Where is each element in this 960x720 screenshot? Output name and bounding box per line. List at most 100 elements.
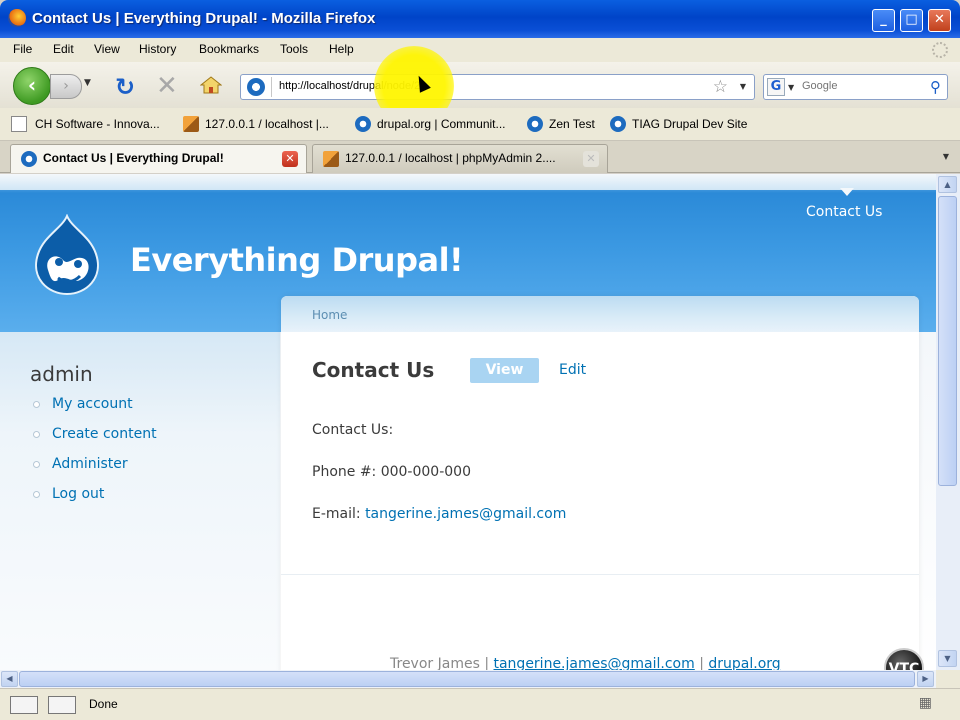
scroll-up-icon[interactable]: ▲ — [938, 176, 957, 193]
home-icon[interactable] — [199, 76, 223, 94]
site-name[interactable]: Everything Drupal! — [130, 241, 464, 279]
url-input[interactable] — [279, 80, 679, 92]
content-divider — [281, 574, 919, 575]
page-title: Contact Us — [312, 358, 435, 382]
sidebar-item-label[interactable]: Administer — [52, 456, 128, 472]
scroll-left-icon[interactable]: ◀ — [1, 671, 18, 687]
menu-bookmarks[interactable]: Bookmarks — [199, 42, 259, 56]
ie-page-icon — [610, 116, 626, 132]
breadcrumb-home[interactable]: Home — [312, 308, 347, 322]
active-link-pointer-icon — [840, 188, 854, 196]
page-viewport: Contact Us Everything Drupal! admin My a… — [0, 174, 936, 670]
bullet-icon — [33, 431, 40, 438]
menu-view[interactable]: View — [94, 42, 120, 56]
scroll-down-icon[interactable]: ▼ — [938, 650, 957, 667]
bookmark-tiag-drupal[interactable]: TIAG Drupal Dev Site — [632, 117, 747, 131]
search-engine-dropdown-icon[interactable]: ▼ — [788, 83, 794, 92]
navigation-toolbar: ‹ › ▼ ↻ ✕ ☆ ▼ G ▼ ⚲ — [0, 62, 960, 108]
sidebar: admin My account Create content Administ… — [0, 332, 280, 670]
menu-history[interactable]: History — [139, 42, 176, 56]
menu-help[interactable]: Help — [329, 42, 354, 56]
menu-file[interactable]: File — [13, 42, 32, 56]
status-keyboard-icon — [48, 696, 76, 714]
horizontal-scrollbar[interactable]: ◀ ▶ — [0, 670, 936, 688]
tab-list-dropdown-icon[interactable]: ▼ — [938, 149, 954, 165]
bookmarks-toolbar: CH Software - Innova... 127.0.0.1 / loca… — [0, 108, 960, 141]
menu-tools[interactable]: Tools — [280, 42, 308, 56]
status-monitor-icon — [10, 696, 38, 714]
scroll-right-icon[interactable]: ▶ — [917, 671, 934, 687]
primary-link-contact-us[interactable]: Contact Us — [806, 204, 882, 220]
footer-drupal-link[interactable]: drupal.org — [708, 656, 780, 670]
bullet-icon — [33, 491, 40, 498]
ie-page-icon — [527, 116, 543, 132]
search-icon[interactable]: ⚲ — [930, 78, 941, 96]
footer-separator: | — [694, 656, 709, 670]
stop-icon[interactable]: ✕ — [156, 71, 178, 101]
tab-edit[interactable]: Edit — [559, 362, 586, 378]
phpmyadmin-icon — [183, 116, 199, 132]
scrollbar-corner — [936, 670, 960, 688]
back-button[interactable]: ‹ — [13, 67, 51, 105]
menu-edit[interactable]: Edit — [53, 42, 74, 56]
ie-page-icon — [21, 151, 37, 167]
phpmyadmin-icon — [323, 151, 339, 167]
email-line: E-mail: tangerine.james@gmail.com — [312, 506, 566, 522]
sidebar-item-create-content[interactable]: Create content — [30, 426, 157, 456]
resize-grip-icon[interactable]: ▦ — [919, 695, 932, 711]
forward-button[interactable]: › — [50, 74, 82, 99]
maximize-button[interactable]: □ — [900, 9, 923, 32]
breadcrumb: Home — [281, 296, 919, 332]
footer-author: Trevor James | — [390, 656, 494, 670]
url-dropdown-icon[interactable]: ▼ — [740, 82, 746, 91]
tab-view[interactable]: View — [470, 358, 539, 383]
search-input[interactable] — [802, 80, 922, 92]
window-title-bar: Contact Us | Everything Drupal! - Mozill… — [0, 0, 960, 38]
address-divider — [271, 77, 272, 97]
sidebar-item-label[interactable]: Log out — [52, 486, 104, 502]
sidebar-item-label[interactable]: My account — [52, 396, 133, 412]
close-tab-icon[interactable]: ✕ — [282, 151, 298, 167]
tab-label: 127.0.0.1 / localhost | phpMyAdmin 2.... — [345, 151, 556, 165]
bullet-icon — [33, 401, 40, 408]
vertical-scroll-thumb[interactable] — [938, 196, 957, 486]
tab-contact-us[interactable]: Contact Us | Everything Drupal! ✕ — [10, 144, 307, 173]
phone-line: Phone #: 000-000-000 — [312, 464, 471, 480]
site-identity-icon[interactable] — [247, 78, 265, 96]
status-text: Done — [89, 697, 118, 711]
tab-bar: Contact Us | Everything Drupal! ✕ 127.0.… — [0, 141, 960, 173]
address-bar[interactable]: ☆ ▼ — [240, 74, 755, 100]
reload-icon[interactable]: ↻ — [115, 73, 135, 101]
history-dropdown-icon[interactable]: ▼ — [84, 78, 98, 96]
bookmark-star-icon[interactable]: ☆ — [713, 77, 728, 97]
horizontal-scroll-thumb[interactable] — [19, 671, 915, 687]
sidebar-heading: admin — [30, 362, 93, 386]
minimize-button[interactable]: _ — [872, 9, 895, 32]
vertical-scrollbar[interactable]: ▲ ▼ — [936, 174, 960, 670]
status-bar: Done ▦ — [0, 688, 960, 720]
bookmark-drupal-org[interactable]: drupal.org | Communit... — [377, 117, 506, 131]
sidebar-item-administer[interactable]: Administer — [30, 456, 157, 486]
tab-phpmyadmin[interactable]: 127.0.0.1 / localhost | phpMyAdmin 2....… — [312, 144, 608, 173]
user-menu: My account Create content Administer Log… — [30, 396, 157, 516]
close-tab-icon[interactable]: ✕ — [583, 151, 599, 167]
contact-label: Contact Us: — [312, 422, 394, 438]
drupal-logo-icon[interactable] — [30, 213, 104, 296]
bookmark-localhost[interactable]: 127.0.0.1 / localhost |... — [205, 117, 329, 131]
google-engine-icon[interactable]: G — [767, 78, 785, 96]
document-icon — [11, 116, 27, 132]
tab-label: Contact Us | Everything Drupal! — [43, 151, 224, 165]
sidebar-item-log-out[interactable]: Log out — [30, 486, 157, 516]
bookmark-zen-test[interactable]: Zen Test — [549, 117, 595, 131]
sidebar-item-my-account[interactable]: My account — [30, 396, 157, 426]
window-title: Contact Us | Everything Drupal! - Mozill… — [32, 10, 376, 27]
footer-email-link[interactable]: tangerine.james@gmail.com — [493, 656, 694, 670]
close-window-button[interactable]: ✕ — [928, 9, 951, 32]
header-top-stripe — [0, 174, 936, 190]
search-bar[interactable]: G ▼ ⚲ — [763, 74, 948, 100]
email-link[interactable]: tangerine.james@gmail.com — [365, 506, 566, 522]
bookmark-ch-software[interactable]: CH Software - Innova... — [35, 117, 160, 131]
main-content: Home Contact Us View Edit Contact Us: Ph… — [281, 296, 919, 670]
sidebar-item-label[interactable]: Create content — [52, 426, 157, 442]
firefox-logo-icon — [8, 9, 26, 27]
